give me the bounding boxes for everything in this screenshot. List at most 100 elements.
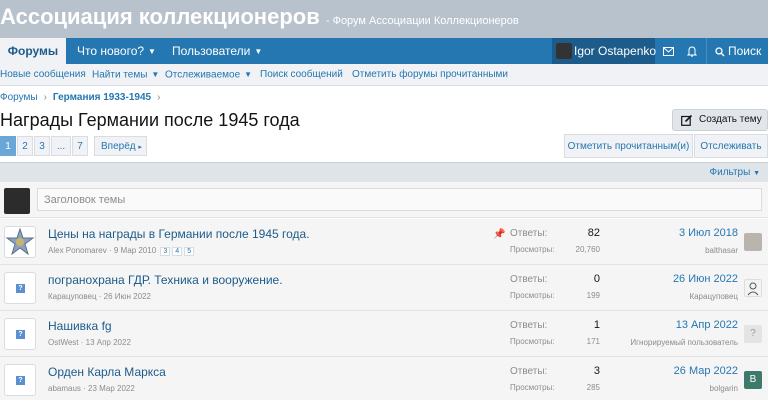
- replies-count: 3: [593, 365, 600, 377]
- thread-avatar[interactable]: ?: [4, 272, 36, 304]
- envelope-icon: [662, 47, 674, 57]
- replies-label: Ответы:: [510, 228, 548, 239]
- filters-label: Фильтры: [709, 167, 751, 178]
- filters-dropdown[interactable]: Фильтры ▼: [710, 163, 761, 184]
- next-page-label: Вперёд: [101, 141, 136, 152]
- thread-page-link[interactable]: 3: [160, 247, 171, 256]
- thread-title[interactable]: Цены на награды в Германии после 1945 го…: [48, 227, 310, 241]
- subnav-watched[interactable]: Отслеживаемое ▼: [165, 64, 252, 86]
- search-button[interactable]: Поиск: [706, 38, 768, 64]
- sketch-avatar-icon: [747, 282, 759, 296]
- subnav-watched-label: Отслеживаемое: [165, 69, 241, 81]
- replies-label: Ответы:: [510, 320, 548, 331]
- thread-avatar[interactable]: ?: [4, 364, 36, 396]
- views-label: Просмотры:: [510, 337, 555, 346]
- alerts-button[interactable]: [682, 38, 702, 64]
- search-icon: [715, 47, 725, 57]
- thread-title[interactable]: Нашивка fg: [48, 319, 112, 333]
- question-icon: ?: [16, 330, 25, 339]
- last-post-date[interactable]: 26 Июн 2022: [673, 273, 738, 285]
- create-thread-button[interactable]: Создать тему: [672, 109, 768, 131]
- thread-title[interactable]: погранохрана ГДР. Техника и вооружение.: [48, 273, 283, 287]
- last-post-date[interactable]: 26 Мар 2022: [674, 365, 738, 377]
- avatar: [4, 188, 30, 214]
- avatar[interactable]: [744, 279, 762, 297]
- avatar[interactable]: B: [744, 371, 762, 389]
- nav-whats-new-label: Что нового?: [77, 44, 145, 58]
- thread-author[interactable]: abamaus: [48, 384, 81, 393]
- views-count: 199: [586, 291, 600, 300]
- last-post-user[interactable]: balthasar: [705, 246, 738, 255]
- chevron-down-icon[interactable]: ▼: [254, 47, 262, 56]
- thread-date[interactable]: 13 Апр 2022: [86, 338, 131, 347]
- main-nav: Форумы Что нового? ▼ Пользователи ▼ Igor O…: [0, 38, 768, 64]
- views-label: Просмотры:: [510, 291, 555, 300]
- page-1[interactable]: 1: [0, 136, 16, 156]
- filter-bar: Фильтры ▼: [0, 162, 768, 182]
- thread-author[interactable]: Alex Ponomarev: [48, 246, 107, 255]
- sub-nav: Новые сообщения Найти темы ▼ Отслеживаемо…: [0, 64, 768, 86]
- chevron-down-icon[interactable]: ▼: [151, 70, 159, 79]
- bell-icon: [686, 46, 698, 58]
- replies-label: Ответы:: [510, 366, 548, 377]
- last-post-user[interactable]: Карацуповец: [689, 292, 738, 301]
- subnav-mark-forums-read[interactable]: Отметить форумы прочитанными: [352, 64, 508, 86]
- page-3[interactable]: 3: [34, 136, 50, 156]
- page-7[interactable]: 7: [72, 136, 88, 156]
- subnav-find-threads[interactable]: Найти темы ▼: [92, 64, 159, 86]
- nav-whats-new[interactable]: Что нового? ▼: [77, 38, 156, 64]
- caret-right-icon: ▸: [138, 144, 142, 151]
- site-title-text[interactable]: Ассоциация коллекционеров: [0, 4, 320, 29]
- account-menu[interactable]: Igor Ostapenko: [552, 38, 656, 64]
- thread-meta: Alex Ponomarev · 9 Мар 2010 345: [48, 246, 195, 256]
- nav-users[interactable]: Пользователи ▼: [172, 38, 262, 64]
- thread-row: ? Нашивка fg OstWest · 13 Апр 2022 Ответ…: [0, 311, 768, 357]
- thread-meta: Карацуповец · 26 Июн 2022: [48, 292, 151, 301]
- pin-icon: 📌: [493, 229, 506, 240]
- breadcrumb-forums[interactable]: Форумы: [0, 92, 38, 103]
- views-count: 20,760: [575, 245, 600, 254]
- thread-page-link[interactable]: 5: [184, 247, 195, 256]
- thread-date[interactable]: 9 Мар 2010: [114, 246, 156, 255]
- page-title: Награды Германии после 1945 года: [0, 110, 300, 130]
- chevron-down-icon[interactable]: ▼: [148, 47, 156, 56]
- thread-title-input[interactable]: [37, 188, 762, 211]
- question-icon: ?: [16, 376, 25, 385]
- question-icon: ?: [16, 284, 25, 293]
- thread-author[interactable]: Карацуповец: [48, 292, 97, 301]
- views-count: 285: [586, 383, 600, 392]
- last-post-user[interactable]: bolgarin: [710, 384, 738, 393]
- subnav-search-posts[interactable]: Поиск сообщений: [260, 64, 343, 86]
- nav-users-label: Пользователи: [172, 44, 251, 58]
- search-label: Поиск: [728, 44, 762, 58]
- thread-avatar[interactable]: [4, 226, 36, 258]
- replies-count: 0: [593, 273, 600, 285]
- last-post-date[interactable]: 3 Июл 2018: [679, 227, 738, 239]
- thread-row: ? Орден Карла Маркса abamaus · 23 Мар 20…: [0, 357, 768, 400]
- chevron-down-icon[interactable]: ▼: [244, 70, 252, 79]
- thread-avatar[interactable]: ?: [4, 318, 36, 350]
- site-subtitle: - Форум Ассоциации Коллекционеров: [325, 15, 519, 27]
- edit-icon: [681, 114, 693, 126]
- inbox-button[interactable]: [658, 38, 678, 64]
- page-ellipsis[interactable]: ...: [51, 136, 71, 156]
- thread-date[interactable]: 26 Июн 2022: [104, 292, 151, 301]
- watch-button[interactable]: Отслеживать: [694, 134, 768, 158]
- page-2[interactable]: 2: [17, 136, 33, 156]
- thread-author[interactable]: OstWest: [48, 338, 79, 347]
- replies-label: Ответы:: [510, 274, 548, 285]
- nav-forums[interactable]: Форумы: [0, 38, 66, 64]
- avatar[interactable]: [744, 233, 762, 251]
- replies-count: 82: [587, 227, 600, 239]
- mark-read-button[interactable]: Отметить прочитанным(и): [564, 134, 693, 158]
- thread-row: Цены на награды в Германии после 1945 го…: [0, 219, 768, 265]
- thread-date[interactable]: 23 Мар 2022: [88, 384, 135, 393]
- last-post-date[interactable]: 13 Апр 2022: [676, 319, 738, 331]
- thread-page-link[interactable]: 4: [172, 247, 183, 256]
- avatar: [556, 43, 572, 59]
- thread-title[interactable]: Орден Карла Маркса: [48, 365, 166, 379]
- next-page-button[interactable]: Вперёд ▸: [94, 136, 147, 156]
- subnav-new-posts[interactable]: Новые сообщения: [0, 64, 86, 86]
- site-title[interactable]: Ассоциация коллекционеров - Форум Ассоци…: [0, 4, 519, 30]
- breadcrumb-germany[interactable]: Германия 1933-1945: [53, 92, 151, 103]
